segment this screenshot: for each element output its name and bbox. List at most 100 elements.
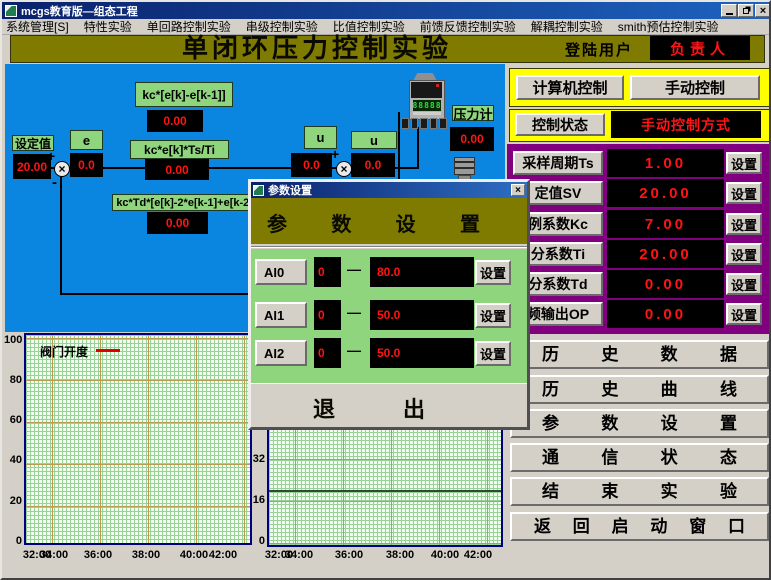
param-value-sv: 20.00 [607,179,724,207]
menu-item-system[interactable]: 系统管理[S] [6,18,69,35]
page-title: 单闭环压力控制实验 [182,35,452,63]
history-curve-button[interactable]: 历史曲线 [510,375,769,404]
left-ytick-60: 60 [4,414,22,426]
ai1-range-dash: — [347,304,361,320]
controller-button-row [401,118,447,129]
i-term-value: 0.00 [145,159,209,180]
p-term-value: 0.00 [147,110,203,132]
ai2-range-dash: — [347,342,361,358]
param-set-button-kc[interactable]: 设置 [726,213,762,235]
sum2-cross: × [340,163,347,175]
sum1-plus-sign: + [47,148,55,164]
restore-icon [743,8,749,14]
restore-button[interactable] [738,4,754,17]
param-set-button-op[interactable]: 设置 [726,303,762,325]
ai2-high-value[interactable]: 50.0 [370,338,474,368]
ai1-high-value[interactable]: 50.0 [370,300,474,330]
param-value-ti: 20.00 [607,240,724,268]
history-data-button[interactable]: 历史数据 [510,340,769,369]
param-value-td: 0.00 [607,270,724,298]
controller-indicator-dot [436,84,439,87]
param-set-button-sv[interactable]: 设置 [726,182,762,204]
left-xtick-34: 34:00 [37,549,71,561]
left-ytick-0: 0 [4,535,22,547]
ai2-low-value[interactable]: 0 [314,338,341,368]
pump-stripe [455,167,474,169]
ai1-low-value[interactable]: 0 [314,300,341,330]
close-button[interactable]: × [755,4,771,17]
pump-stripe [455,161,474,163]
dialog-close-icon: × [515,185,521,196]
parameter-setting-button[interactable]: 参数设置 [510,409,769,438]
dialog-titlebar[interactable]: 参数设置 × [251,182,527,198]
left-chart-legend-label: 阀门开度 [40,343,88,360]
u2-value: 0.0 [351,153,395,177]
param-label-ts: 采样周期Ts [513,151,603,175]
wire-controller-out [417,127,419,169]
return-start-window-button[interactable]: 返回启动窗口 [510,512,769,541]
dialog-exit-button[interactable]: 退出 [251,384,527,424]
param-value-ts: 1.00 [607,149,724,177]
right-xtick-34: 34:00 [282,549,316,561]
menu-item-characteristic[interactable]: 特性实验 [84,18,132,35]
minimize-icon [726,13,733,15]
control-status-button[interactable]: 控制状态 [515,113,605,136]
controller-screen [411,82,442,98]
param-set-button-td[interactable]: 设置 [726,273,762,295]
minimize-button[interactable] [721,4,737,17]
sum1-cross: × [58,163,65,175]
error-value: 0.0 [70,153,103,177]
d-term-formula: kc*Td*[e[k]-2*e[k-1]+e[k-2]]/ [112,194,264,211]
menu-item-decoupling[interactable]: 解耦控制实验 [531,18,603,35]
right-xtick-36: 36:00 [332,549,366,561]
right-ytick-0: 0 [250,535,265,547]
controller-key-icon [411,118,419,129]
computer-control-button[interactable]: 计算机控制 [516,75,624,100]
left-ytick-40: 40 [4,454,22,466]
right-xtick-42: 42:00 [461,549,495,561]
left-xtick-38: 38:00 [129,549,163,561]
communication-status-button[interactable]: 通信状态 [510,443,769,472]
ai0-set-button[interactable]: 设置 [475,260,511,285]
i-term-formula: kc*e[k]*Ts/Ti [130,140,229,159]
ai1-label: AI1 [255,302,307,328]
sum-junction-2-icon: × [336,161,352,177]
d-term-value: 0.00 [147,212,208,234]
setpoint-trend-line [269,490,501,492]
ai0-low-value[interactable]: 0 [314,257,341,287]
close-icon: × [760,5,766,17]
login-user-value: 负责人 [650,36,750,60]
param-set-button-ti[interactable]: 设置 [726,243,762,265]
setpoint-value[interactable]: 20.00 [13,154,51,179]
menu-item-smith[interactable]: smith预估控制实验 [618,18,719,35]
pump-icon [454,157,475,175]
ai2-label: AI2 [255,340,307,366]
param-set-button-ts[interactable]: 设置 [726,152,762,174]
right-xtick-40: 40:00 [428,549,462,561]
controller-key-icon [439,118,447,129]
left-ytick-80: 80 [4,374,22,386]
u1-value: 0.0 [291,153,332,177]
ai0-label: AI0 [255,259,307,285]
dialog-close-button[interactable]: × [511,184,525,196]
manual-control-button[interactable]: 手动控制 [630,75,760,100]
legend-line-sample-icon [96,349,120,352]
pressure-gauge-value: 0.00 [450,127,494,151]
end-experiment-button[interactable]: 结束实验 [510,477,769,506]
application-window: mcgs教育版—组态工程 × 系统管理[S] 特性实验 单回路控制实验 串级控制… [0,0,771,580]
pressure-gauge-label: 压力计 [452,105,494,121]
mcgs-icon [253,185,264,196]
left-ytick-20: 20 [4,495,22,507]
left-xtick-36: 36:00 [81,549,115,561]
ai1-set-button[interactable]: 设置 [475,303,511,328]
controller-led-display: 88888 [413,100,441,111]
p-term-formula: kc*[e[k]-e[k-1]] [135,82,233,107]
ai2-set-button[interactable]: 设置 [475,341,511,366]
controller-key-icon [401,118,409,129]
left-xtick-42: 42:00 [206,549,240,561]
ai0-high-value[interactable]: 80.0 [370,257,474,287]
dialog-divider [251,246,527,248]
controller-instrument-icon: 88888 [409,80,445,120]
controller-key-icon [430,118,438,129]
dialog-footer: 退出 [251,383,527,427]
